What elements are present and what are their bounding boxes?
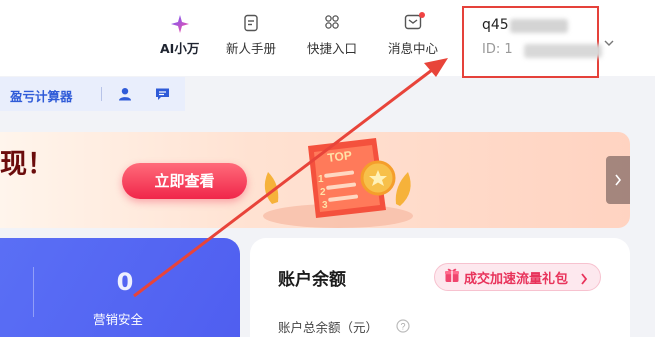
account-id: ID: 1	[482, 42, 513, 57]
help-icon[interactable]: ?	[396, 318, 410, 337]
nav-ai-label: AI小万	[160, 41, 200, 56]
view-now-button[interactable]: 立即查看	[122, 163, 247, 199]
tool-divider	[101, 87, 102, 101]
nav-quick-entry[interactable]: 快捷入口	[307, 14, 357, 57]
nav-quick-label: 快捷入口	[307, 41, 358, 56]
chevron-right-icon	[615, 174, 622, 186]
chevron-down-icon[interactable]	[604, 32, 614, 51]
account-name: q45	[482, 17, 509, 33]
svg-text:2: 2	[320, 187, 326, 198]
mail-icon	[404, 12, 425, 32]
account-id-redacted	[524, 44, 602, 58]
marketing-safety-value: 0	[116, 268, 134, 296]
marketing-safety-label: 营销安全	[93, 312, 144, 327]
account-name-redacted	[510, 19, 568, 33]
banner-headline: 现！	[0, 149, 54, 180]
svg-text:1: 1	[318, 174, 324, 185]
total-balance-label: 账户总余额（元）	[278, 320, 379, 335]
user-icon[interactable]	[118, 86, 132, 105]
banner-next-button[interactable]	[606, 156, 630, 204]
nav-guide-label: 新人手册	[226, 41, 277, 56]
gift-icon	[444, 267, 460, 287]
chevron-right-icon	[580, 270, 588, 289]
notification-dot	[419, 12, 425, 18]
chat-icon[interactable]	[155, 86, 170, 105]
nav-newbie-guide[interactable]: 新人手册	[226, 14, 276, 57]
grid-icon	[307, 14, 357, 32]
sparkle-icon	[160, 14, 199, 33]
traffic-gift-pack-label: 成交加速流量礼包	[464, 272, 569, 287]
svg-text:3: 3	[322, 200, 328, 211]
top-badge-text: TOP	[327, 148, 353, 165]
account-balance-title: 账户余额	[278, 270, 346, 290]
nav-message-label: 消息中心	[388, 41, 439, 56]
profit-calculator-link[interactable]: 盈亏计算器	[10, 86, 73, 105]
nav-ai-assistant[interactable]: AI小万	[160, 14, 199, 57]
document-icon	[226, 14, 276, 32]
stat-divider	[33, 267, 34, 317]
trophy-illustration: TOP 1 2 3	[263, 138, 413, 228]
svg-text:?: ?	[400, 322, 405, 332]
nav-message-center[interactable]: 消息中心	[388, 12, 439, 57]
